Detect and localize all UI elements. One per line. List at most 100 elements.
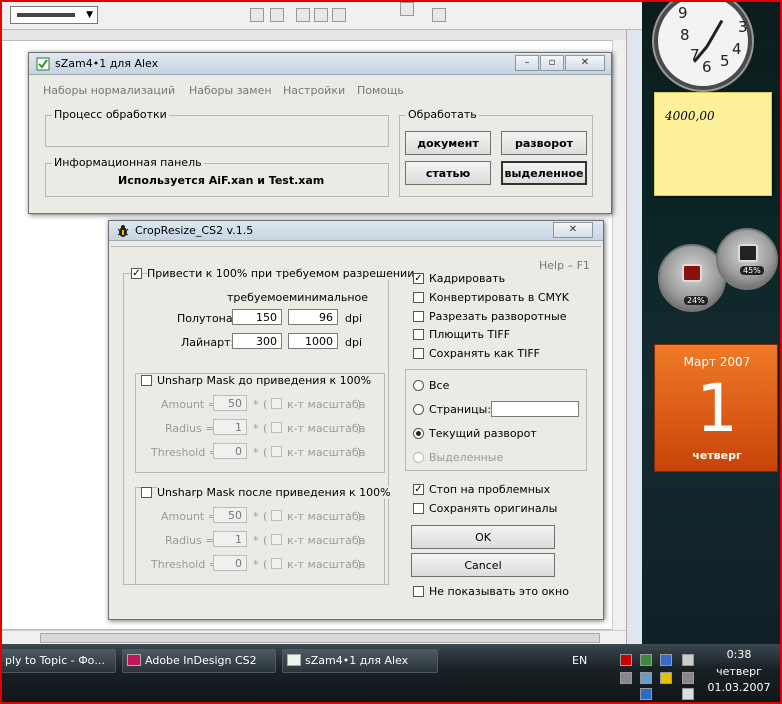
- scale-coef-checkbox[interactable]: [271, 558, 282, 569]
- amount-before-field[interactable]: 50: [213, 395, 247, 411]
- vertical-scrollbar[interactable]: [612, 40, 626, 630]
- menu-normalization-sets[interactable]: Наборы нормализаций: [43, 84, 175, 97]
- sticky-note-gadget[interactable]: 4000,00: [654, 92, 772, 196]
- scope-selected-radio[interactable]: [413, 452, 424, 463]
- info-label: Информационная панель: [52, 156, 204, 169]
- stop-on-problems-checkbox[interactable]: ✓: [413, 484, 424, 495]
- keep-originals-checkbox[interactable]: [413, 503, 424, 514]
- calendar-gadget[interactable]: Март 2007 1 четверг: [654, 344, 778, 472]
- document-button[interactable]: документ: [405, 131, 491, 155]
- align-right-icon[interactable]: [332, 8, 346, 22]
- close-button[interactable]: ✕: [565, 55, 605, 71]
- halftone-required-field[interactable]: 150: [232, 309, 282, 325]
- scroll-thumb[interactable]: [40, 633, 600, 643]
- star-mark: *: [253, 422, 259, 435]
- sticky-note-text: 4000,00: [665, 109, 715, 123]
- redo-icon[interactable]: [270, 8, 284, 22]
- globe-icon[interactable]: [640, 688, 652, 700]
- article-button[interactable]: статью: [405, 161, 491, 185]
- taskbar-clock[interactable]: 0:38 четверг 01.03.2007: [704, 647, 774, 697]
- calendar-weekday: четверг: [692, 449, 742, 462]
- scope-pages-radio[interactable]: [413, 404, 424, 415]
- scale-coef-label: к-т масштаба: [287, 534, 366, 547]
- network-icon[interactable]: [660, 654, 672, 666]
- close-button[interactable]: ✕: [553, 222, 593, 238]
- stroke-style-dropdown[interactable]: ▼: [10, 6, 98, 24]
- col-minimal: минимальное: [289, 291, 369, 304]
- dont-show-checkbox[interactable]: [413, 586, 424, 597]
- cancel-button[interactable]: Cancel: [411, 553, 555, 577]
- threshold-after-field[interactable]: 0: [213, 555, 247, 571]
- memory-percent: 45%: [740, 266, 764, 275]
- col-required: требуемое: [227, 291, 290, 304]
- scope-all-radio[interactable]: [413, 380, 424, 391]
- scale-coef-checkbox[interactable]: [271, 534, 282, 545]
- pages-field[interactable]: [491, 401, 579, 417]
- scale-checkbox[interactable]: ✓: [131, 268, 142, 279]
- halftone-minimal-field[interactable]: 96: [288, 309, 338, 325]
- paren-open: (: [263, 510, 268, 523]
- cpu-percent: 24%: [684, 296, 708, 305]
- language-indicator[interactable]: EN: [572, 654, 587, 667]
- restore-button[interactable]: ▫: [540, 55, 564, 71]
- page-icon[interactable]: [432, 8, 446, 22]
- usm-before-checkbox[interactable]: [141, 375, 152, 386]
- save-tiff-checkbox[interactable]: [413, 348, 424, 359]
- menu-settings[interactable]: Настройки: [283, 84, 345, 97]
- ok-button[interactable]: OK: [411, 525, 555, 549]
- taskbar-button-szam[interactable]: sZam4•1 для Alex: [282, 649, 438, 673]
- crop-label: Кадрировать: [429, 272, 506, 285]
- scale-coef-checkbox[interactable]: [271, 422, 282, 433]
- scale-coef-checkbox[interactable]: [271, 446, 282, 457]
- spread-button[interactable]: разворот: [501, 131, 587, 155]
- paren-open: (: [263, 398, 268, 411]
- volume-icon[interactable]: [682, 688, 694, 700]
- crop-checkbox[interactable]: ✓: [413, 273, 424, 284]
- selected-button[interactable]: выделенное: [501, 161, 587, 185]
- radius-after-field[interactable]: 1: [213, 531, 247, 547]
- threshold-before-field[interactable]: 0: [213, 443, 247, 459]
- amount-after-field[interactable]: 50: [213, 507, 247, 523]
- flatten-tiff-checkbox[interactable]: [413, 329, 424, 340]
- radius-label: Radius =: [165, 422, 215, 435]
- szam-title-bar[interactable]: sZam4•1 для Alex – ▫ ✕: [29, 53, 611, 75]
- menu-help[interactable]: Помощь: [357, 84, 404, 97]
- security-icon[interactable]: [640, 654, 652, 666]
- monitor-icon[interactable]: [620, 672, 632, 684]
- star-mark: *: [253, 534, 259, 547]
- battery-icon[interactable]: [682, 672, 694, 684]
- undo-icon[interactable]: [250, 8, 264, 22]
- lineart-minimal-field[interactable]: 1000: [288, 333, 338, 349]
- clock-numeral: 6: [702, 58, 712, 76]
- device-icon[interactable]: [682, 654, 694, 666]
- cpu-icon: [682, 264, 702, 282]
- memory-meter-gadget[interactable]: 45%: [716, 228, 778, 290]
- menu-replacement-sets[interactable]: Наборы замен: [189, 84, 272, 97]
- info-icon[interactable]: [660, 672, 672, 684]
- window-title: sZam4•1 для Alex: [55, 57, 159, 70]
- mail-icon[interactable]: [640, 672, 652, 684]
- text-frame-icon[interactable]: [400, 2, 414, 16]
- minimize-button[interactable]: –: [515, 55, 539, 71]
- lineart-required-field[interactable]: 300: [232, 333, 282, 349]
- scope-current-radio[interactable]: [413, 428, 424, 439]
- indesign-icon: [127, 654, 141, 666]
- align-center-icon[interactable]: [314, 8, 328, 22]
- cmyk-checkbox[interactable]: [413, 292, 424, 303]
- align-left-icon[interactable]: [296, 8, 310, 22]
- usm-after-checkbox[interactable]: [141, 487, 152, 498]
- window-title: CropResize_CS2 v.1.5: [135, 224, 254, 237]
- taskbar-button-forum[interactable]: ply to Topic - Фо...: [0, 649, 116, 673]
- cropresize-title-bar[interactable]: CropResize_CS2 v.1.5 ✕: [109, 221, 603, 241]
- split-spreads-checkbox[interactable]: [413, 311, 424, 322]
- scale-coef-checkbox[interactable]: [271, 510, 282, 521]
- ati-icon[interactable]: [620, 654, 632, 666]
- scale-coef-checkbox[interactable]: [271, 398, 282, 409]
- taskbar-button-indesign[interactable]: Adobe InDesign CS2: [122, 649, 276, 673]
- side-panel-strip[interactable]: [626, 30, 642, 644]
- horizontal-scrollbar[interactable]: [0, 630, 630, 644]
- clock-numeral: 3: [738, 18, 748, 36]
- star-mark: *: [253, 510, 259, 523]
- radius-before-field[interactable]: 1: [213, 419, 247, 435]
- app-toolbar: ▼: [0, 0, 642, 30]
